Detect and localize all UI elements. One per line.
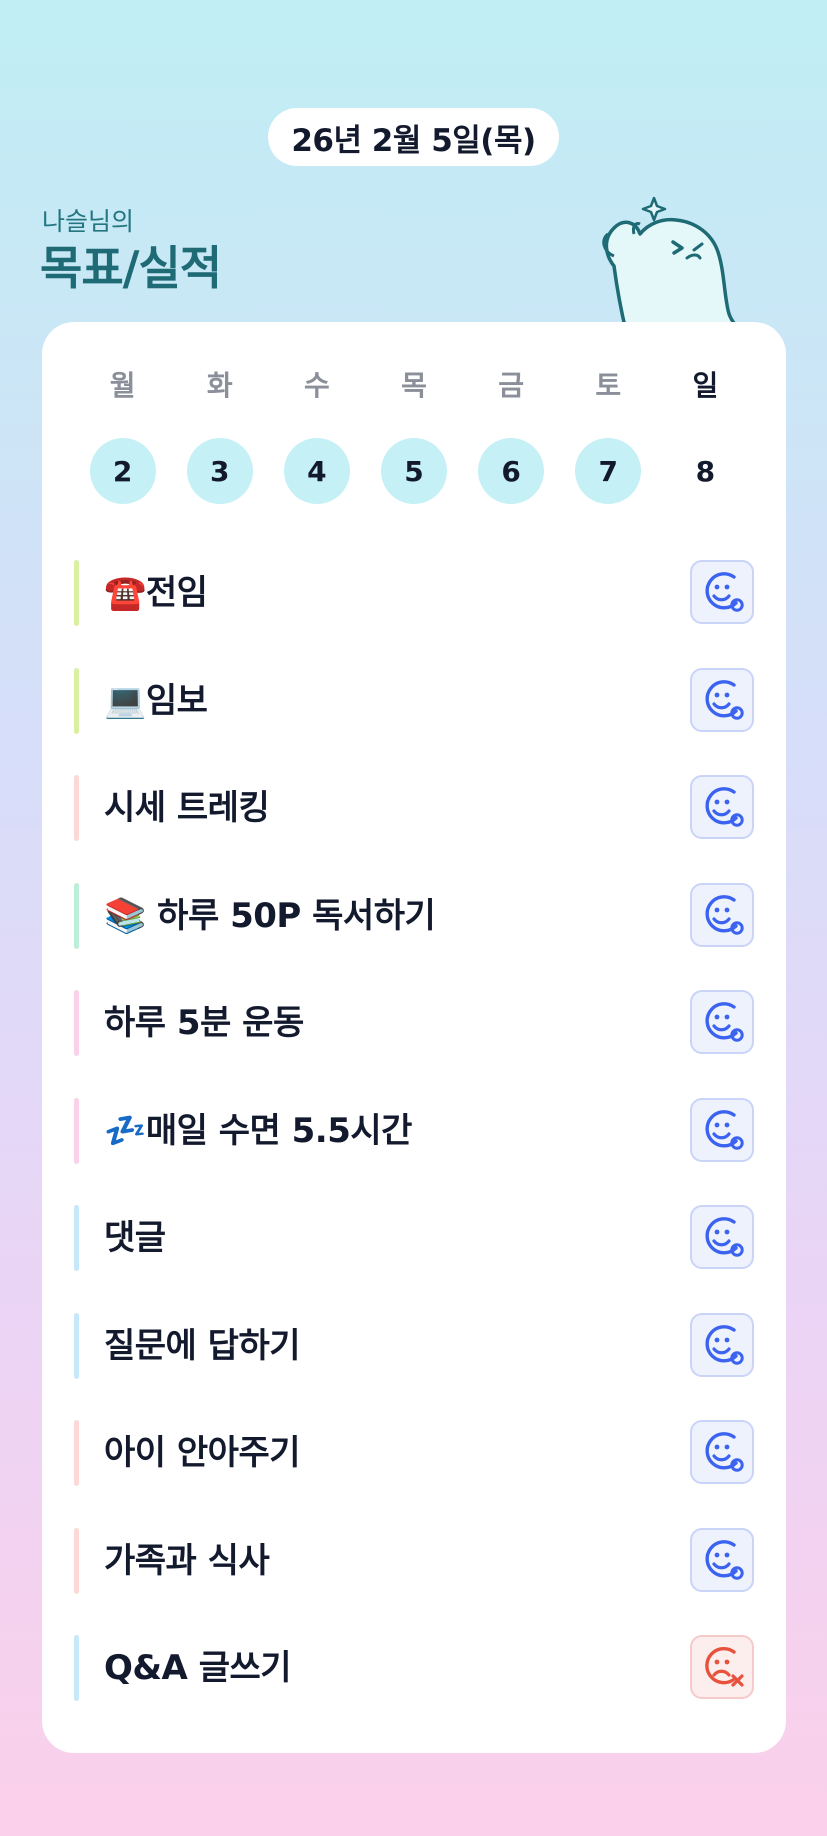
day-name-tue: 화 xyxy=(206,369,233,402)
goal-row[interactable]: 질문에 답하기 xyxy=(74,1293,754,1401)
goal-status-fail-button[interactable] xyxy=(690,1635,754,1699)
goal-color-bar xyxy=(74,1097,79,1164)
goal-row[interactable]: 💤매일 수면 5.5시간 xyxy=(74,1078,754,1186)
goal-row[interactable]: 아이 안아주기 xyxy=(74,1400,754,1508)
goal-list: ☎️전임 💻임보 시세 트레킹 📚 하루 50P 독서하기 하루 5분 운동 💤… xyxy=(74,540,754,1723)
goal-row[interactable]: 하루 5분 운동 xyxy=(74,970,754,1078)
day-button-3[interactable]: 3 xyxy=(186,438,253,504)
smile-check-icon xyxy=(705,1539,744,1580)
goal-color-bar xyxy=(74,560,79,626)
goal-status-success-button[interactable] xyxy=(690,882,754,947)
smile-check-icon xyxy=(705,679,744,720)
date-row: 2 3 4 5 6 7 8 xyxy=(74,438,754,504)
goal-status-success-button[interactable] xyxy=(690,990,754,1054)
goal-color-bar xyxy=(74,667,79,734)
goal-label: ☎️전임 xyxy=(104,573,208,613)
goal-color-bar xyxy=(74,1312,79,1379)
goal-status-success-button[interactable] xyxy=(690,1420,754,1484)
day-name-wed: 수 xyxy=(303,369,330,402)
smile-check-icon xyxy=(705,1217,744,1257)
goal-status-success-button[interactable] xyxy=(690,1527,754,1592)
goal-row[interactable]: 💻임보 xyxy=(74,648,754,756)
goal-status-success-button[interactable] xyxy=(690,1205,754,1269)
goal-row[interactable]: Q&A 글쓰기 xyxy=(74,1615,754,1723)
goal-row[interactable]: 댓글 xyxy=(74,1185,754,1293)
smile-check-icon xyxy=(705,572,744,612)
goal-status-success-button[interactable] xyxy=(690,1097,754,1162)
goal-row[interactable]: 시세 트레킹 xyxy=(74,755,754,863)
goal-color-bar xyxy=(74,775,79,841)
goal-color-bar xyxy=(74,1635,79,1701)
page-title: 목표/실적 xyxy=(40,241,222,295)
week-calendar: 월 화 수 목 금 토 일 2 3 4 5 6 7 8 xyxy=(74,366,754,504)
goal-label: 가족과 식사 xyxy=(104,1540,270,1581)
goal-color-bar xyxy=(74,1527,79,1594)
goal-row[interactable]: 📚 하루 50P 독서하기 xyxy=(74,863,754,971)
goal-status-success-button[interactable] xyxy=(690,560,754,624)
goal-status-success-button[interactable] xyxy=(690,667,754,732)
goal-label: 💤매일 수면 5.5시간 xyxy=(104,1110,412,1151)
smile-check-icon xyxy=(705,1002,744,1042)
goal-status-success-button[interactable] xyxy=(690,1312,754,1377)
day-button-4[interactable]: 4 xyxy=(283,438,350,504)
day-name-mon: 월 xyxy=(109,369,136,402)
goal-color-bar xyxy=(74,882,79,949)
day-button-7[interactable]: 7 xyxy=(575,438,642,504)
goal-color-bar xyxy=(74,1420,79,1486)
day-button-6[interactable]: 6 xyxy=(478,438,545,504)
goal-label: 질문에 답하기 xyxy=(104,1325,301,1366)
smile-check-icon xyxy=(705,894,744,935)
goal-status-success-button[interactable] xyxy=(690,775,754,839)
goal-row[interactable]: 가족과 식사 xyxy=(74,1508,754,1616)
day-name-fri: 금 xyxy=(498,369,525,402)
goal-label: 📚 하루 50P 독서하기 xyxy=(104,895,436,936)
day-button-2[interactable]: 2 xyxy=(89,438,156,504)
mascot-illustration xyxy=(602,196,744,331)
day-name-sun: 일 xyxy=(692,369,719,402)
goal-row[interactable]: ☎️전임 xyxy=(74,540,754,648)
goal-label: Q&A 글쓰기 xyxy=(104,1648,292,1688)
day-button-8[interactable]: 8 xyxy=(672,438,738,504)
goal-color-bar xyxy=(74,1205,79,1271)
goals-card: 월 화 수 목 금 토 일 2 3 4 5 6 7 8 ☎️전임 💻임보 시세 xyxy=(42,322,786,1753)
smile-check-icon xyxy=(705,1324,744,1365)
day-name-sat: 토 xyxy=(595,369,622,402)
smile-check-icon xyxy=(705,1109,744,1150)
day-button-5[interactable]: 5 xyxy=(380,438,447,504)
smile-check-icon xyxy=(705,787,744,827)
goal-label: 시세 트레킹 xyxy=(104,788,270,828)
goal-label: 아이 안아주기 xyxy=(104,1433,301,1473)
goal-label: 💻임보 xyxy=(104,680,208,721)
goal-label: 하루 5분 운동 xyxy=(104,1003,304,1043)
date-pill[interactable]: 26년 2월 5일(목) xyxy=(268,108,559,166)
smile-check-icon xyxy=(705,1432,744,1472)
frown-x-icon xyxy=(705,1646,744,1687)
goal-color-bar xyxy=(74,990,79,1056)
day-name-row: 월 화 수 목 금 토 일 xyxy=(74,366,754,406)
goal-label: 댓글 xyxy=(104,1218,166,1258)
day-name-thu: 목 xyxy=(401,369,427,402)
